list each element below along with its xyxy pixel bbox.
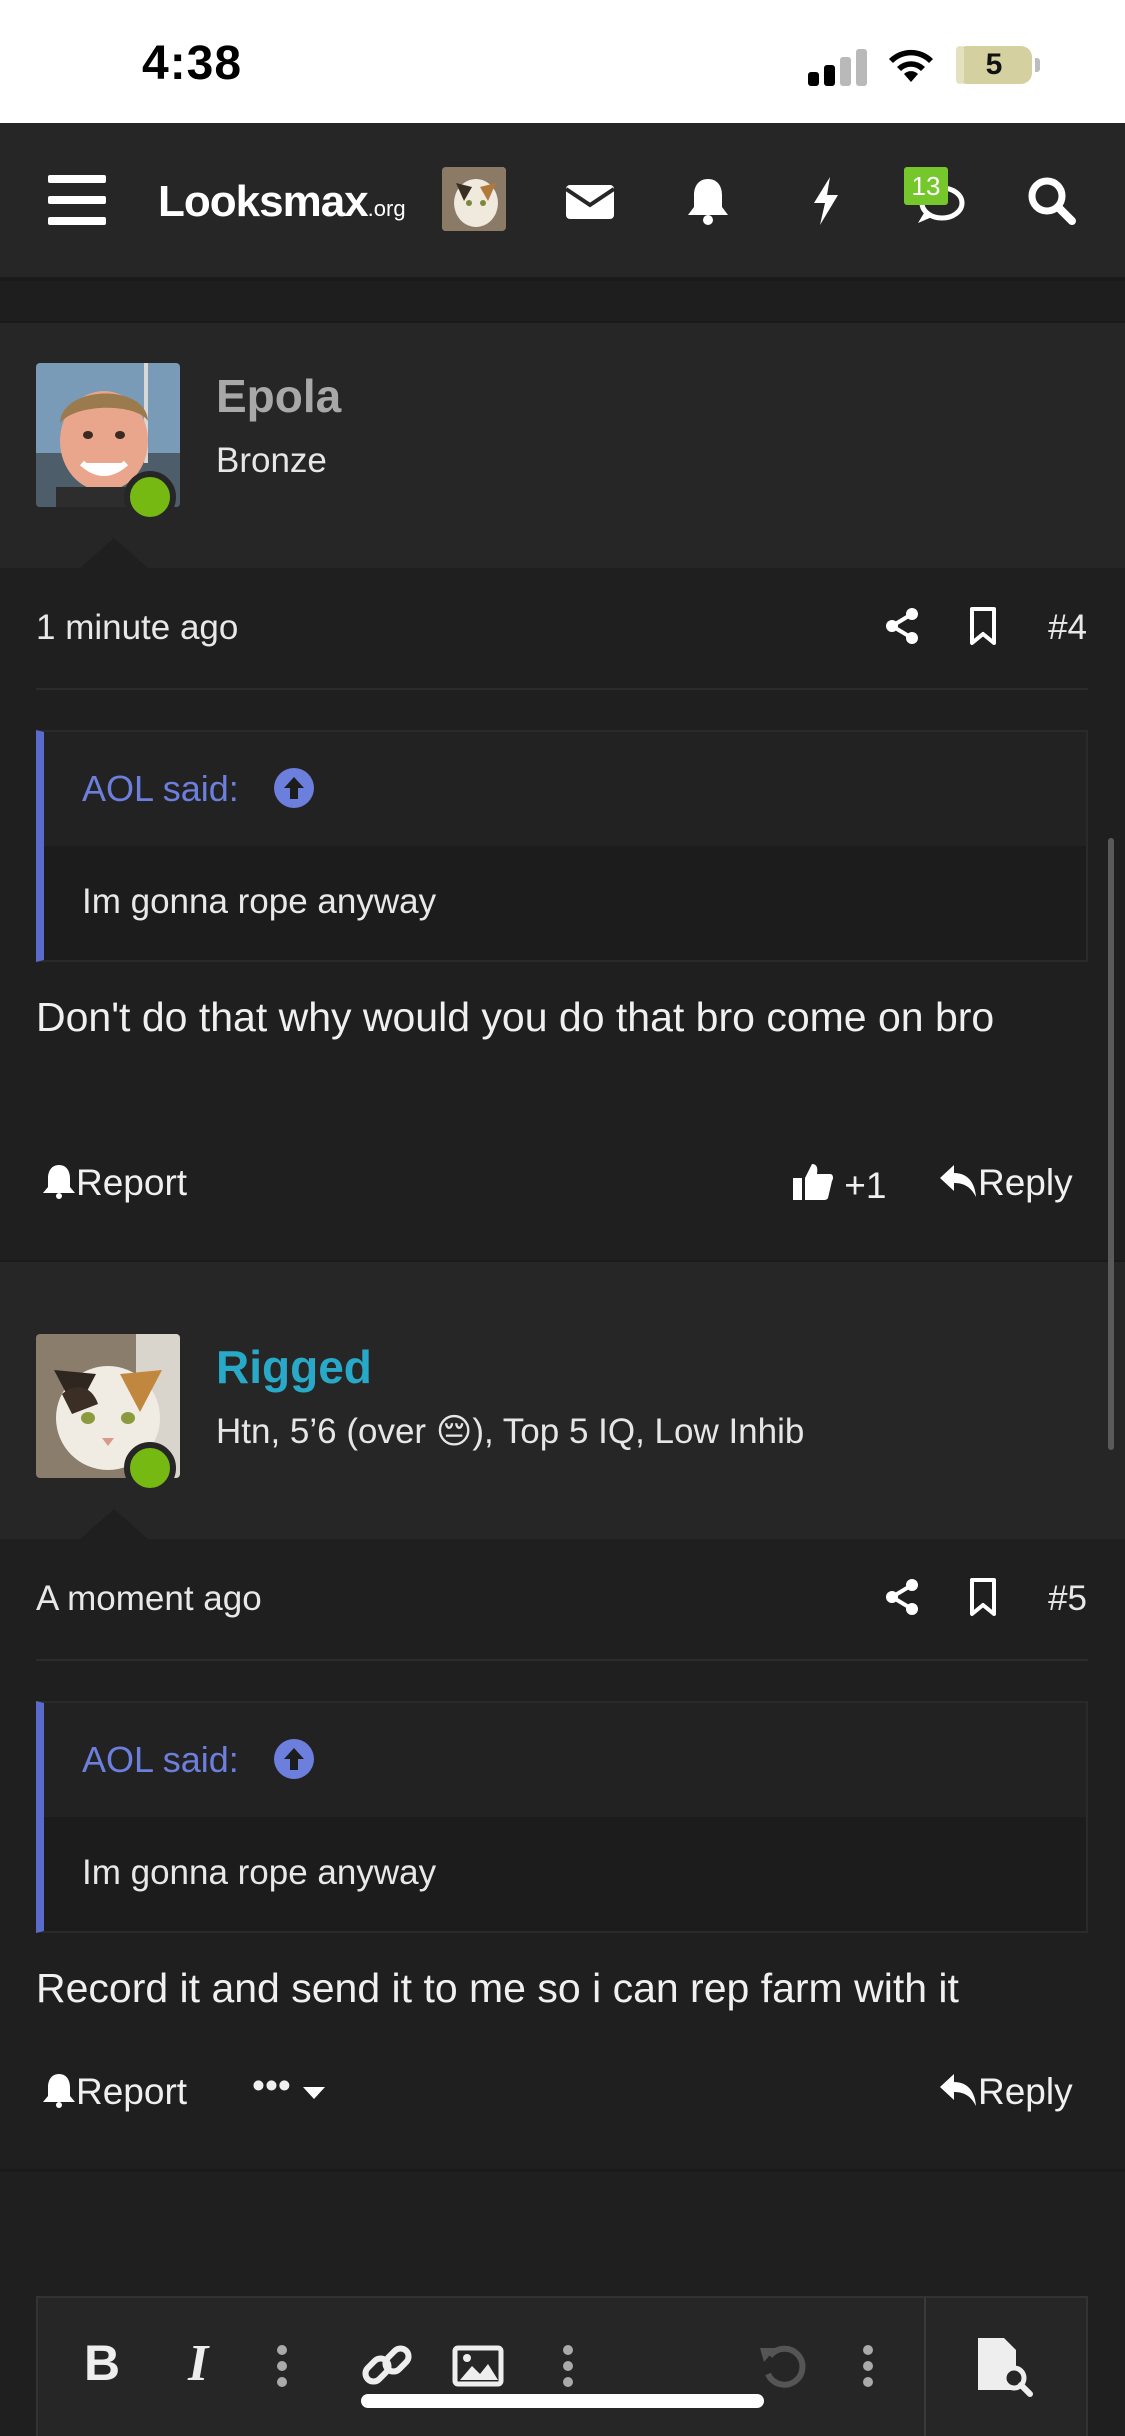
username[interactable]: Rigged	[216, 1340, 372, 1394]
home-indicator[interactable]	[361, 2394, 764, 2408]
svg-text:B: B	[84, 2335, 120, 2391]
bookmark-icon[interactable]	[968, 606, 998, 646]
battery-icon: 5	[956, 46, 1032, 84]
post-message: Record it and send it to me so i can rep…	[36, 1965, 959, 2011]
arrow-up-icon[interactable]	[274, 768, 314, 808]
bold-icon[interactable]: B	[82, 2334, 122, 2398]
bell-icon	[43, 1165, 75, 1199]
bell-icon[interactable]	[680, 173, 736, 229]
bolt-icon[interactable]	[798, 173, 854, 229]
post-number[interactable]: #4	[1048, 608, 1087, 648]
scrollbar[interactable]	[1108, 838, 1114, 1450]
battery-cap	[1035, 58, 1040, 72]
user-pointer	[80, 1509, 148, 1539]
quote-author[interactable]: AOL said:	[82, 1739, 239, 1781]
battery-level: 5	[985, 48, 1003, 81]
more-icon[interactable]	[558, 2334, 578, 2398]
post-body: 1 minute ago #4 AOL said: Im gonna rope …	[0, 568, 1125, 1260]
reply-icon	[940, 1165, 976, 1197]
post-time[interactable]: A moment ago	[36, 1579, 262, 1619]
logo-text: Looksmax	[158, 177, 369, 226]
reply-button[interactable]: Reply	[938, 2071, 1073, 2113]
svg-text:I: I	[187, 2335, 210, 2392]
menu-icon[interactable]	[48, 175, 106, 225]
post-user-header: Epola Bronze	[0, 323, 1125, 568]
toolbar-divider	[924, 2298, 926, 2436]
quote-header: AOL said:	[44, 732, 1086, 846]
more-icon[interactable]	[272, 2334, 292, 2398]
reply-button[interactable]: Reply	[938, 1162, 1073, 1204]
editor-toolbar: B I	[36, 2296, 1088, 2436]
pensive-emoji: 😔	[435, 1412, 473, 1451]
report-button[interactable]: Report	[42, 1162, 187, 1204]
reply-label: Reply	[978, 1162, 1073, 1203]
like-button[interactable]: +1	[792, 1162, 886, 1207]
more-dots: •••	[252, 2065, 291, 2106]
arrow-up-icon[interactable]	[274, 1739, 314, 1779]
report-label: Report	[76, 1162, 188, 1203]
user-title: Htn, 5’6 (over 😔), Top 5 IQ, Low Inhib	[216, 1412, 804, 1452]
user-title: Bronze	[216, 441, 327, 480]
report-label: Report	[76, 2071, 188, 2112]
user-pointer	[80, 538, 148, 568]
post-number[interactable]: #5	[1048, 1579, 1087, 1619]
caret-down-icon	[303, 2087, 326, 2099]
image-icon[interactable]	[452, 2334, 504, 2398]
bell-icon	[43, 2074, 75, 2108]
thumbs-up-icon	[793, 1164, 834, 1200]
user-title-part: Htn, 5’6 (over	[216, 1412, 436, 1451]
divider	[36, 688, 1088, 690]
post-separator	[0, 1262, 1125, 1294]
app-header: Looksmax.org 13	[0, 123, 1125, 279]
online-status-indicator	[124, 471, 176, 523]
reply-icon	[940, 2074, 976, 2106]
reaction-count: +1	[844, 1165, 887, 1206]
quote-author[interactable]: AOL said:	[82, 768, 239, 810]
italic-icon[interactable]: I	[184, 2334, 220, 2398]
share-icon[interactable]	[882, 1577, 922, 1617]
user-title-part: ), Top 5 IQ, Low Inhib	[472, 1412, 805, 1451]
username[interactable]: Epola	[216, 369, 341, 423]
signal-icon	[808, 48, 868, 86]
wifi-icon	[889, 49, 933, 82]
bookmark-icon[interactable]	[968, 1577, 998, 1617]
quote-text: Im gonna rope anyway	[82, 1853, 437, 1892]
report-button[interactable]: Report	[42, 2071, 187, 2113]
post-user-header: Rigged Htn, 5’6 (over 😔), Top 5 IQ, Low …	[0, 1294, 1125, 1539]
conversations-badge: 13	[904, 167, 948, 205]
share-icon[interactable]	[882, 606, 922, 646]
logo-suffix: .org	[367, 196, 406, 221]
more-icon[interactable]	[858, 2334, 878, 2398]
site-logo[interactable]: Looksmax.org	[158, 177, 406, 227]
reply-label: Reply	[978, 2071, 1073, 2112]
preview-icon[interactable]	[972, 2334, 1036, 2398]
search-icon[interactable]	[1024, 173, 1080, 229]
cat-avatar-image	[442, 167, 506, 231]
online-status-indicator	[124, 1442, 176, 1494]
avatar[interactable]	[442, 167, 506, 231]
post-time[interactable]: 1 minute ago	[36, 608, 238, 648]
page-top-strip	[0, 281, 1125, 321]
quote-text: Im gonna rope anyway	[82, 882, 437, 921]
undo-icon[interactable]	[756, 2334, 808, 2398]
link-icon[interactable]	[360, 2334, 414, 2398]
post-body: A moment ago #5 AOL said: Im gonna rope …	[0, 1539, 1125, 2169]
quote-header: AOL said:	[44, 1703, 1086, 1817]
status-bar: 4:38 5	[0, 0, 1125, 123]
quote-block: AOL said: Im gonna rope anyway	[36, 1701, 1088, 1933]
status-time: 4:38	[142, 37, 243, 90]
quote-block: AOL said: Im gonna rope anyway	[36, 730, 1088, 962]
post-message: Don't do that why would you do that bro …	[36, 994, 995, 1040]
divider	[36, 1659, 1088, 1661]
envelope-icon[interactable]	[562, 173, 618, 229]
more-options-button[interactable]: •••	[252, 2065, 327, 2107]
